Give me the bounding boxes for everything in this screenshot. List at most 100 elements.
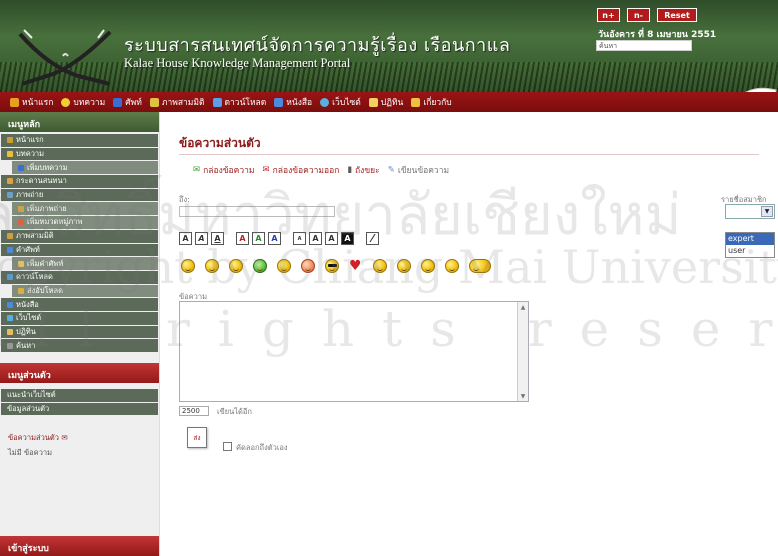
size-normal-button[interactable]: A [309, 232, 322, 245]
menu-bullet-icon [7, 151, 13, 158]
member-option-expert[interactable]: expert [726, 233, 774, 245]
sidebar-item-label: กระดานสนทนา [16, 176, 67, 186]
format-italic-button[interactable]: A [195, 232, 208, 245]
sidebar-item-label: ภาพถ่าย [16, 190, 44, 200]
main-navigation: หน้าแรก บทความ ศัพท์ ภาพสามมิติ ดาวน์โหล… [0, 92, 778, 112]
char-count-label: เขียนได้อีก [217, 407, 252, 416]
grin-emoji-icon[interactable] [205, 259, 219, 273]
sidebar-item-label: ปฏิทิน [16, 326, 36, 336]
compose-icon: ✎ [387, 165, 395, 175]
message-icon: ✉ [61, 433, 68, 443]
menu-bullet-icon [7, 137, 13, 144]
tongue-emoji-icon[interactable] [397, 259, 411, 273]
sidebar-item-12[interactable]: หนังสือ [1, 298, 158, 311]
scroll-up-icon[interactable]: ▲ [518, 302, 528, 312]
sidebar-item-0[interactable]: หน้าแรก [1, 134, 158, 147]
format-underline-button[interactable]: A [211, 232, 224, 245]
sidebar-item-4[interactable]: ภาพถ่าย [1, 188, 158, 202]
smile-emoji-icon[interactable] [181, 259, 195, 273]
sidebar-item-label: หนังสือ [16, 299, 39, 309]
tab-trash[interactable]: ▮ ถังขยะ [347, 163, 379, 177]
sidebar-item-recommend-website[interactable]: แนะนำเว็บไซต์ [1, 389, 158, 402]
sidebar-item-2[interactable]: เพิ่มบทความ [12, 161, 158, 175]
outbox-icon: ✉ [262, 165, 270, 175]
send-button[interactable]: ส่ง [187, 427, 207, 448]
copy-to-self-label: คัดลอกถึงตัวเอง [236, 443, 288, 452]
download-icon [212, 97, 222, 107]
sidebar-item-1[interactable]: บทความ [1, 147, 158, 161]
font-decrease-button[interactable]: n- [627, 8, 650, 22]
nav-books[interactable]: หนังสือ [274, 95, 312, 109]
nav-home[interactable]: หน้าแรก [10, 95, 53, 109]
menu-bullet-icon [18, 287, 24, 294]
menu-bullet-icon [7, 274, 13, 281]
chevron-down-icon[interactable]: ▼ [761, 206, 773, 217]
cool-emoji-icon[interactable] [325, 259, 339, 273]
font-increase-button[interactable]: n+ [597, 8, 620, 22]
sidebar-item-14[interactable]: ปฏิทิน [1, 325, 158, 339]
copy-to-self-checkbox[interactable] [223, 442, 232, 451]
sidebar-item-15[interactable]: ค้นหา [1, 339, 158, 352]
sidebar-item-label: ดาวน์โหลด [16, 272, 53, 282]
slash-button[interactable]: ⁄ [366, 232, 379, 245]
nav-download[interactable]: ดาวน์โหลด [212, 95, 266, 109]
color-blue-button[interactable]: A [268, 232, 281, 245]
tab-outbox[interactable]: ✉ กล่องข้อความออก [263, 163, 340, 177]
sidebar-item-7[interactable]: ภาพสามมิติ [1, 229, 158, 243]
color-red-button[interactable]: A [236, 232, 249, 245]
sidebar-item-3[interactable]: กระดานสนทนา [1, 175, 158, 188]
home-icon [10, 97, 19, 107]
sidebar-item-13[interactable]: เว็บไซต์ [1, 311, 158, 325]
main-content: ข้อความส่วนตัว ✉ กล่องข้อความ ✉ กล่องข้อคว… [161, 112, 778, 556]
surprised-emoji-icon[interactable] [373, 259, 387, 273]
size-tiny-button[interactable]: A [293, 232, 306, 245]
tab-compose[interactable]: ✎ เขียนข้อความ [388, 163, 449, 177]
message-textarea[interactable]: ▲ ▼ [179, 301, 529, 402]
textarea-scrollbar[interactable]: ▲ ▼ [517, 302, 528, 401]
laugh-emoji-icon[interactable] [445, 259, 459, 273]
menu-bullet-icon [7, 315, 13, 322]
sidebar-item-6[interactable]: เพิ่มหมวดหมู่ภาพ [12, 216, 158, 229]
nav-articles[interactable]: บทความ [61, 95, 105, 109]
cry-emoji-icon[interactable] [421, 259, 435, 273]
sidebar-item-personal-info[interactable]: ข้อมูลส่วนตัว [1, 402, 158, 416]
sidebar-item-label: คำศัพท์ [16, 244, 40, 254]
color-green-button[interactable]: A [252, 232, 265, 245]
angry-emoji-icon[interactable] [301, 259, 315, 273]
sick-emoji-icon[interactable] [253, 259, 267, 273]
sidebar-item-label: บทความ [16, 149, 45, 159]
scroll-down-icon[interactable]: ▼ [518, 391, 528, 401]
sad-emoji-icon[interactable] [277, 259, 291, 273]
sidebar-item-11[interactable]: ส่งอัปโหลด [12, 284, 158, 298]
format-small-button[interactable]: A [179, 232, 192, 245]
sidebar-item-label: เพิ่มภาพถ่าย [27, 203, 67, 213]
to-label: ถึง: [179, 195, 190, 204]
members-dropdown[interactable]: ▼ [725, 204, 775, 219]
bold-inverse-button[interactable]: A [341, 232, 354, 245]
sidebar-item-label: ภาพสามมิติ [16, 231, 54, 241]
sidebar-item-5[interactable]: เพิ่มภาพถ่าย [12, 202, 158, 216]
sidebar-item-10[interactable]: ดาวน์โหลด [1, 270, 158, 284]
nav-glossary[interactable]: ศัพท์ [113, 95, 142, 109]
private-messages-link[interactable]: ข้อความส่วนตัว ✉ [0, 418, 159, 444]
wink-emoji-icon[interactable] [229, 259, 243, 273]
sidebar-item-8[interactable]: คำศัพท์ [1, 243, 158, 257]
menu-bullet-icon [7, 246, 13, 253]
shout-emoji-icon[interactable] [469, 259, 491, 273]
nav-websites[interactable]: เว็บไซต์ [320, 95, 361, 109]
menu-bullet-icon [18, 260, 24, 267]
nav-about[interactable]: เกี่ยวกับ [411, 95, 452, 109]
menu-bullet-icon [7, 192, 13, 199]
nav-calendar[interactable]: ปฏิทิน [368, 95, 403, 109]
bold-button[interactable]: A [325, 232, 338, 245]
sidebar-item-9[interactable]: เพิ่มคำศัพท์ [12, 257, 158, 270]
member-option-user[interactable]: user [726, 245, 774, 257]
font-reset-button[interactable]: Reset [657, 8, 697, 22]
open-book-icon [745, 87, 777, 92]
sidebar-item-label: เพิ่มบทความ [27, 162, 68, 172]
heart-icon[interactable]: ♥ [349, 259, 363, 273]
recipient-input[interactable] [179, 206, 335, 217]
nav-3d-images[interactable]: ภาพสามมิติ [149, 95, 205, 109]
header-search-input[interactable]: ค้นหา [596, 40, 692, 51]
tab-inbox[interactable]: ✉ กล่องข้อความ [193, 163, 255, 177]
